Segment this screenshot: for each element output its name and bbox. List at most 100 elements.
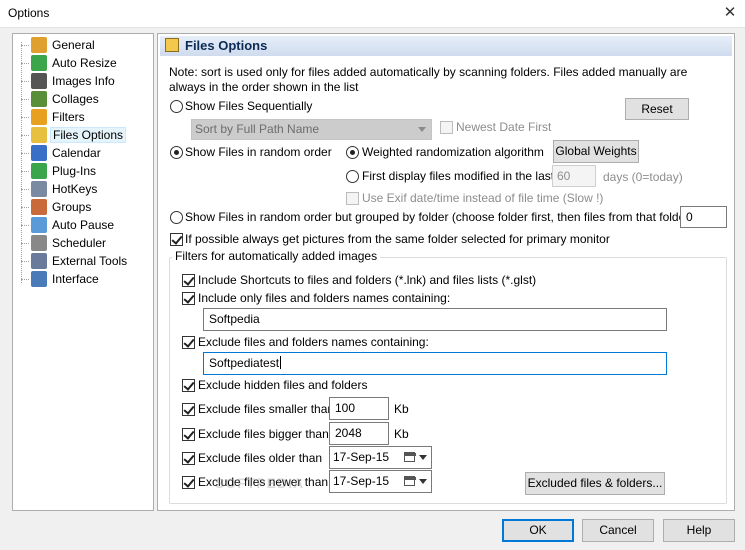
calendar-icon xyxy=(31,145,47,161)
random-label: Show Files in random order xyxy=(185,145,332,159)
tree-connector xyxy=(21,189,29,190)
pencil-icon xyxy=(31,37,47,53)
puzzle-icon xyxy=(31,163,47,179)
tree-connector xyxy=(21,81,29,82)
funnel-icon xyxy=(31,109,47,125)
nav-item-label: Groups xyxy=(52,200,92,214)
help-button[interactable]: Help xyxy=(663,519,735,542)
nav-item-groups[interactable]: Groups xyxy=(13,198,153,216)
tree-connector xyxy=(21,117,29,118)
title-bar: Options ✕ xyxy=(0,0,745,28)
include-only-input[interactable]: Softpedia xyxy=(203,308,667,331)
older-date-value: 17-Sep-15 xyxy=(333,450,390,464)
global-weights-button[interactable]: Global Weights xyxy=(553,140,639,163)
older-date-picker[interactable]: 17-Sep-15 xyxy=(329,446,432,469)
panel-title: Files Options xyxy=(185,38,268,53)
close-icon[interactable]: ✕ xyxy=(715,0,745,28)
sequential-label: Show Files Sequentially xyxy=(185,99,313,113)
nav-item-images-info[interactable]: Images Info xyxy=(13,72,153,90)
nav-item-label: Calendar xyxy=(52,146,101,160)
smaller-checkbox[interactable] xyxy=(182,403,195,416)
same-folder-checkbox[interactable] xyxy=(170,233,183,246)
tree-connector xyxy=(21,207,29,208)
newer-checkbox[interactable] xyxy=(182,476,195,489)
ok-button[interactable]: OK xyxy=(502,519,574,542)
tree-connector xyxy=(21,261,29,262)
collage-icon xyxy=(31,91,47,107)
excluded-files-button[interactable]: Excluded files & folders... xyxy=(525,472,665,495)
include-only-label: Include only files and folders names con… xyxy=(198,291,451,305)
grouped-radio[interactable] xyxy=(170,211,183,224)
same-folder-label: If possible always get pictures from the… xyxy=(185,232,610,246)
nav-item-collages[interactable]: Collages xyxy=(13,90,153,108)
grouped-label: Show Files in random order but grouped b… xyxy=(185,210,723,224)
files-icon xyxy=(165,38,179,52)
first-display-radio[interactable] xyxy=(346,170,359,183)
grid-icon xyxy=(31,73,47,89)
cancel-button[interactable]: Cancel xyxy=(582,519,654,542)
nav-item-auto-resize[interactable]: Auto Resize xyxy=(13,54,153,72)
include-shortcuts-label: Include Shortcuts to files and folders (… xyxy=(198,273,537,287)
nav-item-interface[interactable]: Interface xyxy=(13,270,153,288)
bigger-input[interactable]: 2048 xyxy=(329,422,389,445)
weighted-radio[interactable] xyxy=(346,146,359,159)
nav-item-plug-ins[interactable]: Plug-Ins xyxy=(13,162,153,180)
include-only-checkbox[interactable] xyxy=(182,292,195,305)
exclude-names-input[interactable]: Softpediatest xyxy=(203,352,667,375)
files-options-panel: Files Options Note: sort is used only fo… xyxy=(157,33,735,511)
smaller-input[interactable]: 100 xyxy=(329,397,389,420)
tree-connector xyxy=(21,153,29,154)
grouped-max-input[interactable]: 0 xyxy=(680,206,727,228)
tree-connector xyxy=(21,171,29,172)
chevron-down-icon[interactable] xyxy=(419,479,427,484)
newer-date-picker[interactable]: 17-Sep-15 xyxy=(329,470,432,493)
pause-icon xyxy=(31,217,47,233)
bigger-unit: Kb xyxy=(394,427,409,441)
nav-item-filters[interactable]: Filters xyxy=(13,108,153,126)
exif-checkbox[interactable] xyxy=(346,192,359,205)
exif-label: Use Exif date/time instead of file time … xyxy=(362,191,604,205)
nav-item-label: External Tools xyxy=(52,254,128,268)
chevron-down-icon[interactable] xyxy=(419,455,427,460)
nav-item-auto-pause[interactable]: Auto Pause xyxy=(13,216,153,234)
newest-date-first-label: Newest Date First xyxy=(456,120,552,134)
nav-item-calendar[interactable]: Calendar xyxy=(13,144,153,162)
sort-combo[interactable]: Sort by Full Path Name xyxy=(191,119,432,140)
weighted-label: Weighted randomization algorithm xyxy=(362,145,544,159)
exclude-names-checkbox[interactable] xyxy=(182,336,195,349)
exclude-hidden-checkbox[interactable] xyxy=(182,379,195,392)
resize-icon xyxy=(31,55,47,71)
include-shortcuts-checkbox[interactable] xyxy=(182,274,195,287)
sequential-radio[interactable] xyxy=(170,100,183,113)
bigger-checkbox[interactable] xyxy=(182,428,195,441)
nav-item-label: Auto Resize xyxy=(52,56,117,70)
newer-date-value: 17-Sep-15 xyxy=(333,474,390,488)
nav-item-label: General xyxy=(52,38,95,52)
nav-item-hotkeys[interactable]: HotKeys xyxy=(13,180,153,198)
tree-connector xyxy=(21,99,29,100)
text-caret xyxy=(280,356,282,369)
calendar-icon[interactable] xyxy=(404,452,416,462)
reset-button[interactable]: Reset xyxy=(625,98,689,120)
nav-item-general[interactable]: General xyxy=(13,36,153,54)
filters-group-title: Filters for automatically added images xyxy=(172,249,381,263)
clock-icon xyxy=(31,235,47,251)
nav-item-external-tools[interactable]: External Tools xyxy=(13,252,153,270)
window-icon xyxy=(31,271,47,287)
nav-item-scheduler[interactable]: Scheduler xyxy=(13,234,153,252)
random-radio[interactable] xyxy=(170,146,183,159)
nav-item-label: Auto Pause xyxy=(52,218,115,232)
exclude-hidden-label: Exclude hidden files and folders xyxy=(198,378,368,392)
older-label: Exclude files older than xyxy=(198,451,323,465)
tree-connector xyxy=(21,279,29,280)
days-input[interactable]: 60 xyxy=(552,165,596,187)
older-checkbox[interactable] xyxy=(182,452,195,465)
wrench-icon xyxy=(31,253,47,269)
options-nav-tree: General Auto Resize Images Info Collages Fil… xyxy=(12,33,154,511)
nav-item-files-options[interactable]: Files Options xyxy=(13,126,153,144)
calendar-icon[interactable] xyxy=(404,476,416,486)
smaller-unit: Kb xyxy=(394,402,409,416)
newest-date-first-checkbox[interactable] xyxy=(440,121,453,134)
nav-item-label: Files Options xyxy=(50,127,127,143)
nav-item-label: Plug-Ins xyxy=(52,164,97,178)
